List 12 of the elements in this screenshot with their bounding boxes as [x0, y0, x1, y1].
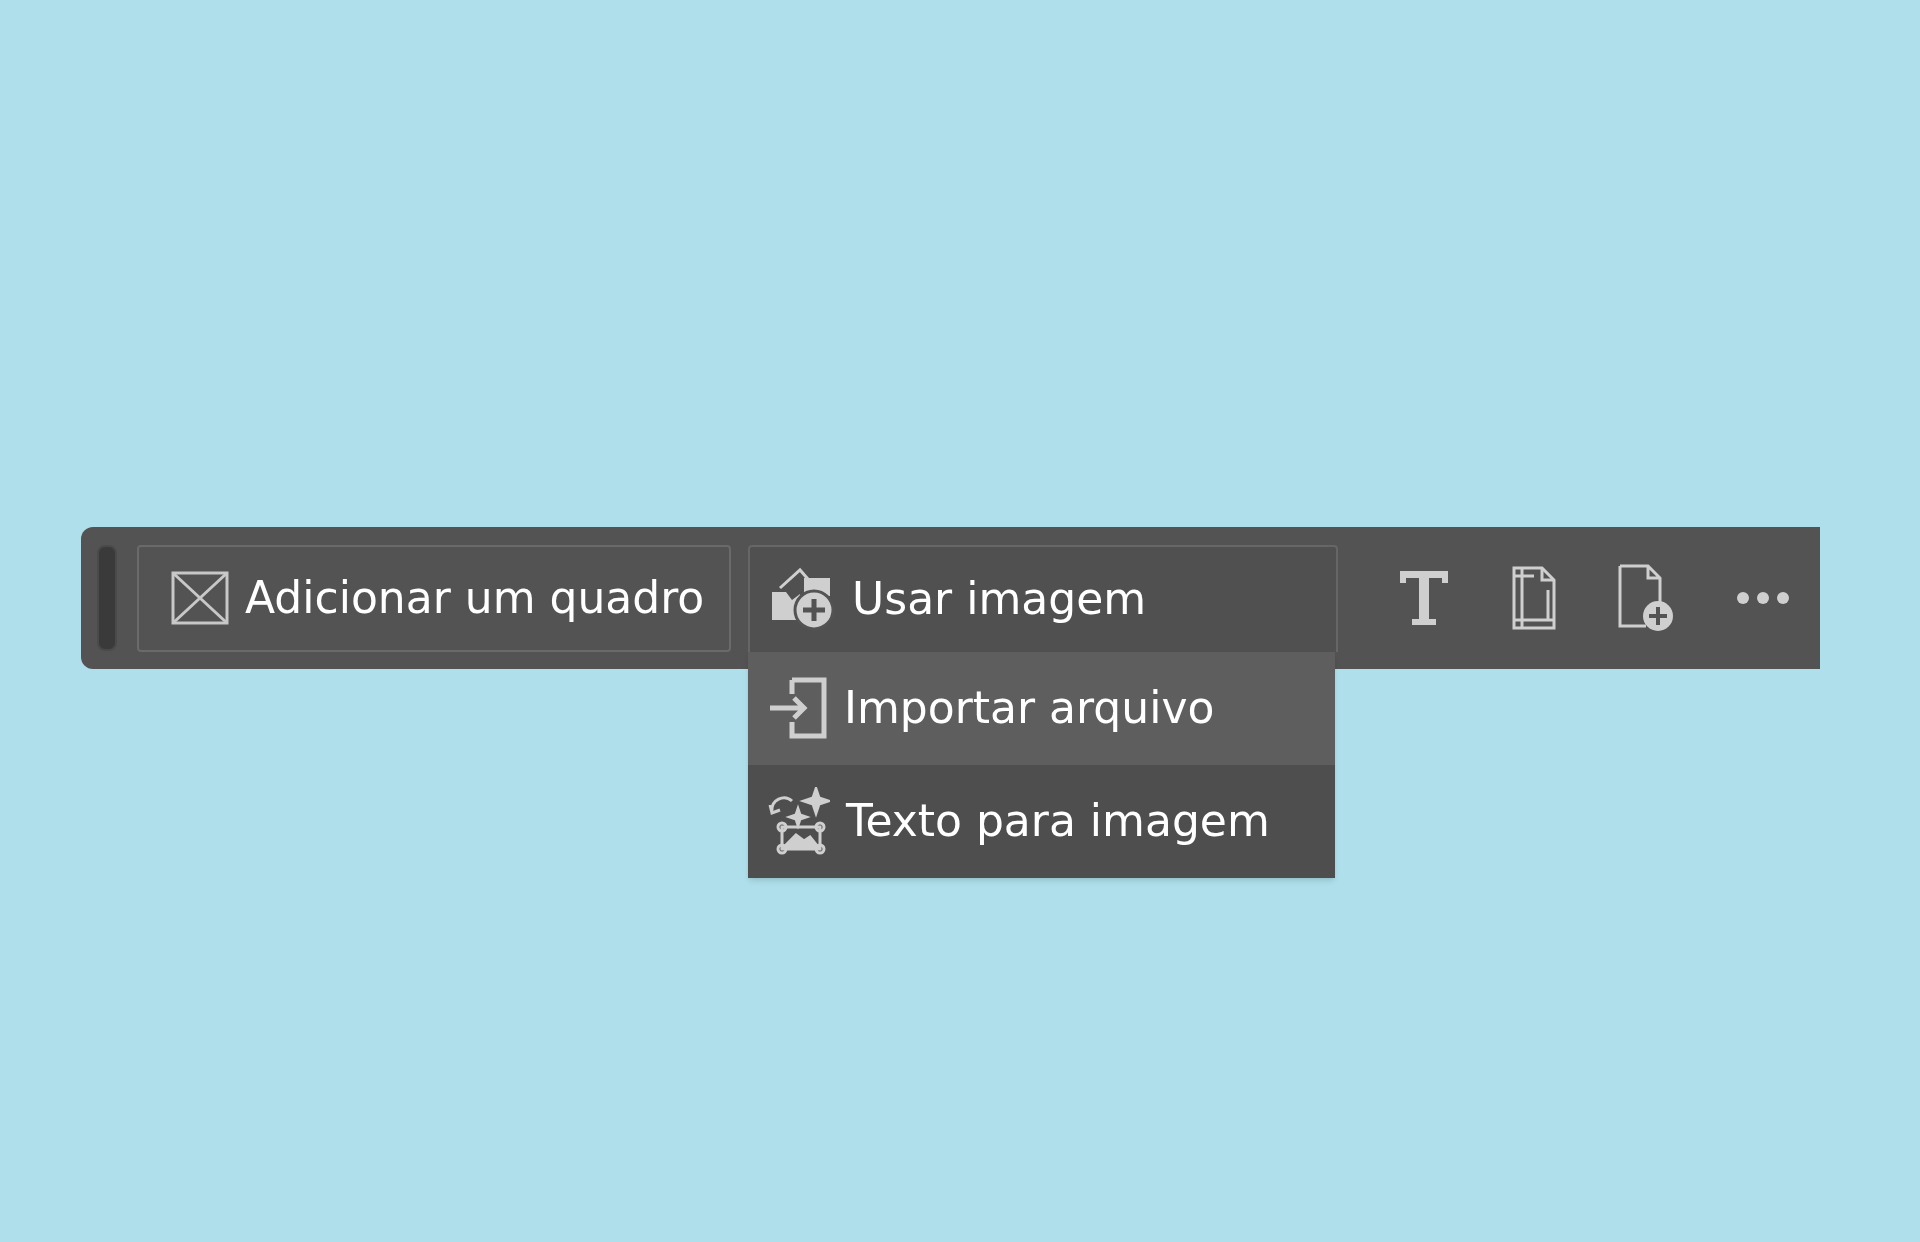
more-icon[interactable] — [1736, 591, 1790, 605]
text-icon[interactable] — [1398, 569, 1450, 627]
frame-placeholder-icon — [171, 571, 229, 625]
add-page-icon[interactable] — [1618, 564, 1674, 632]
toolbar-button[interactable]: Adicionar um quadro — [137, 544, 731, 652]
toolbar-grip[interactable] — [97, 545, 117, 651]
menu-item[interactable]: Importar arquivo — [748, 651, 1335, 765]
import-icon — [768, 676, 828, 740]
page-icon[interactable] — [1512, 566, 1556, 630]
sparkle-image-icon — [768, 787, 830, 855]
menu-item[interactable]: Texto para imagem — [748, 764, 1335, 878]
toolbar-button[interactable]: Usar imagem — [748, 544, 1338, 652]
